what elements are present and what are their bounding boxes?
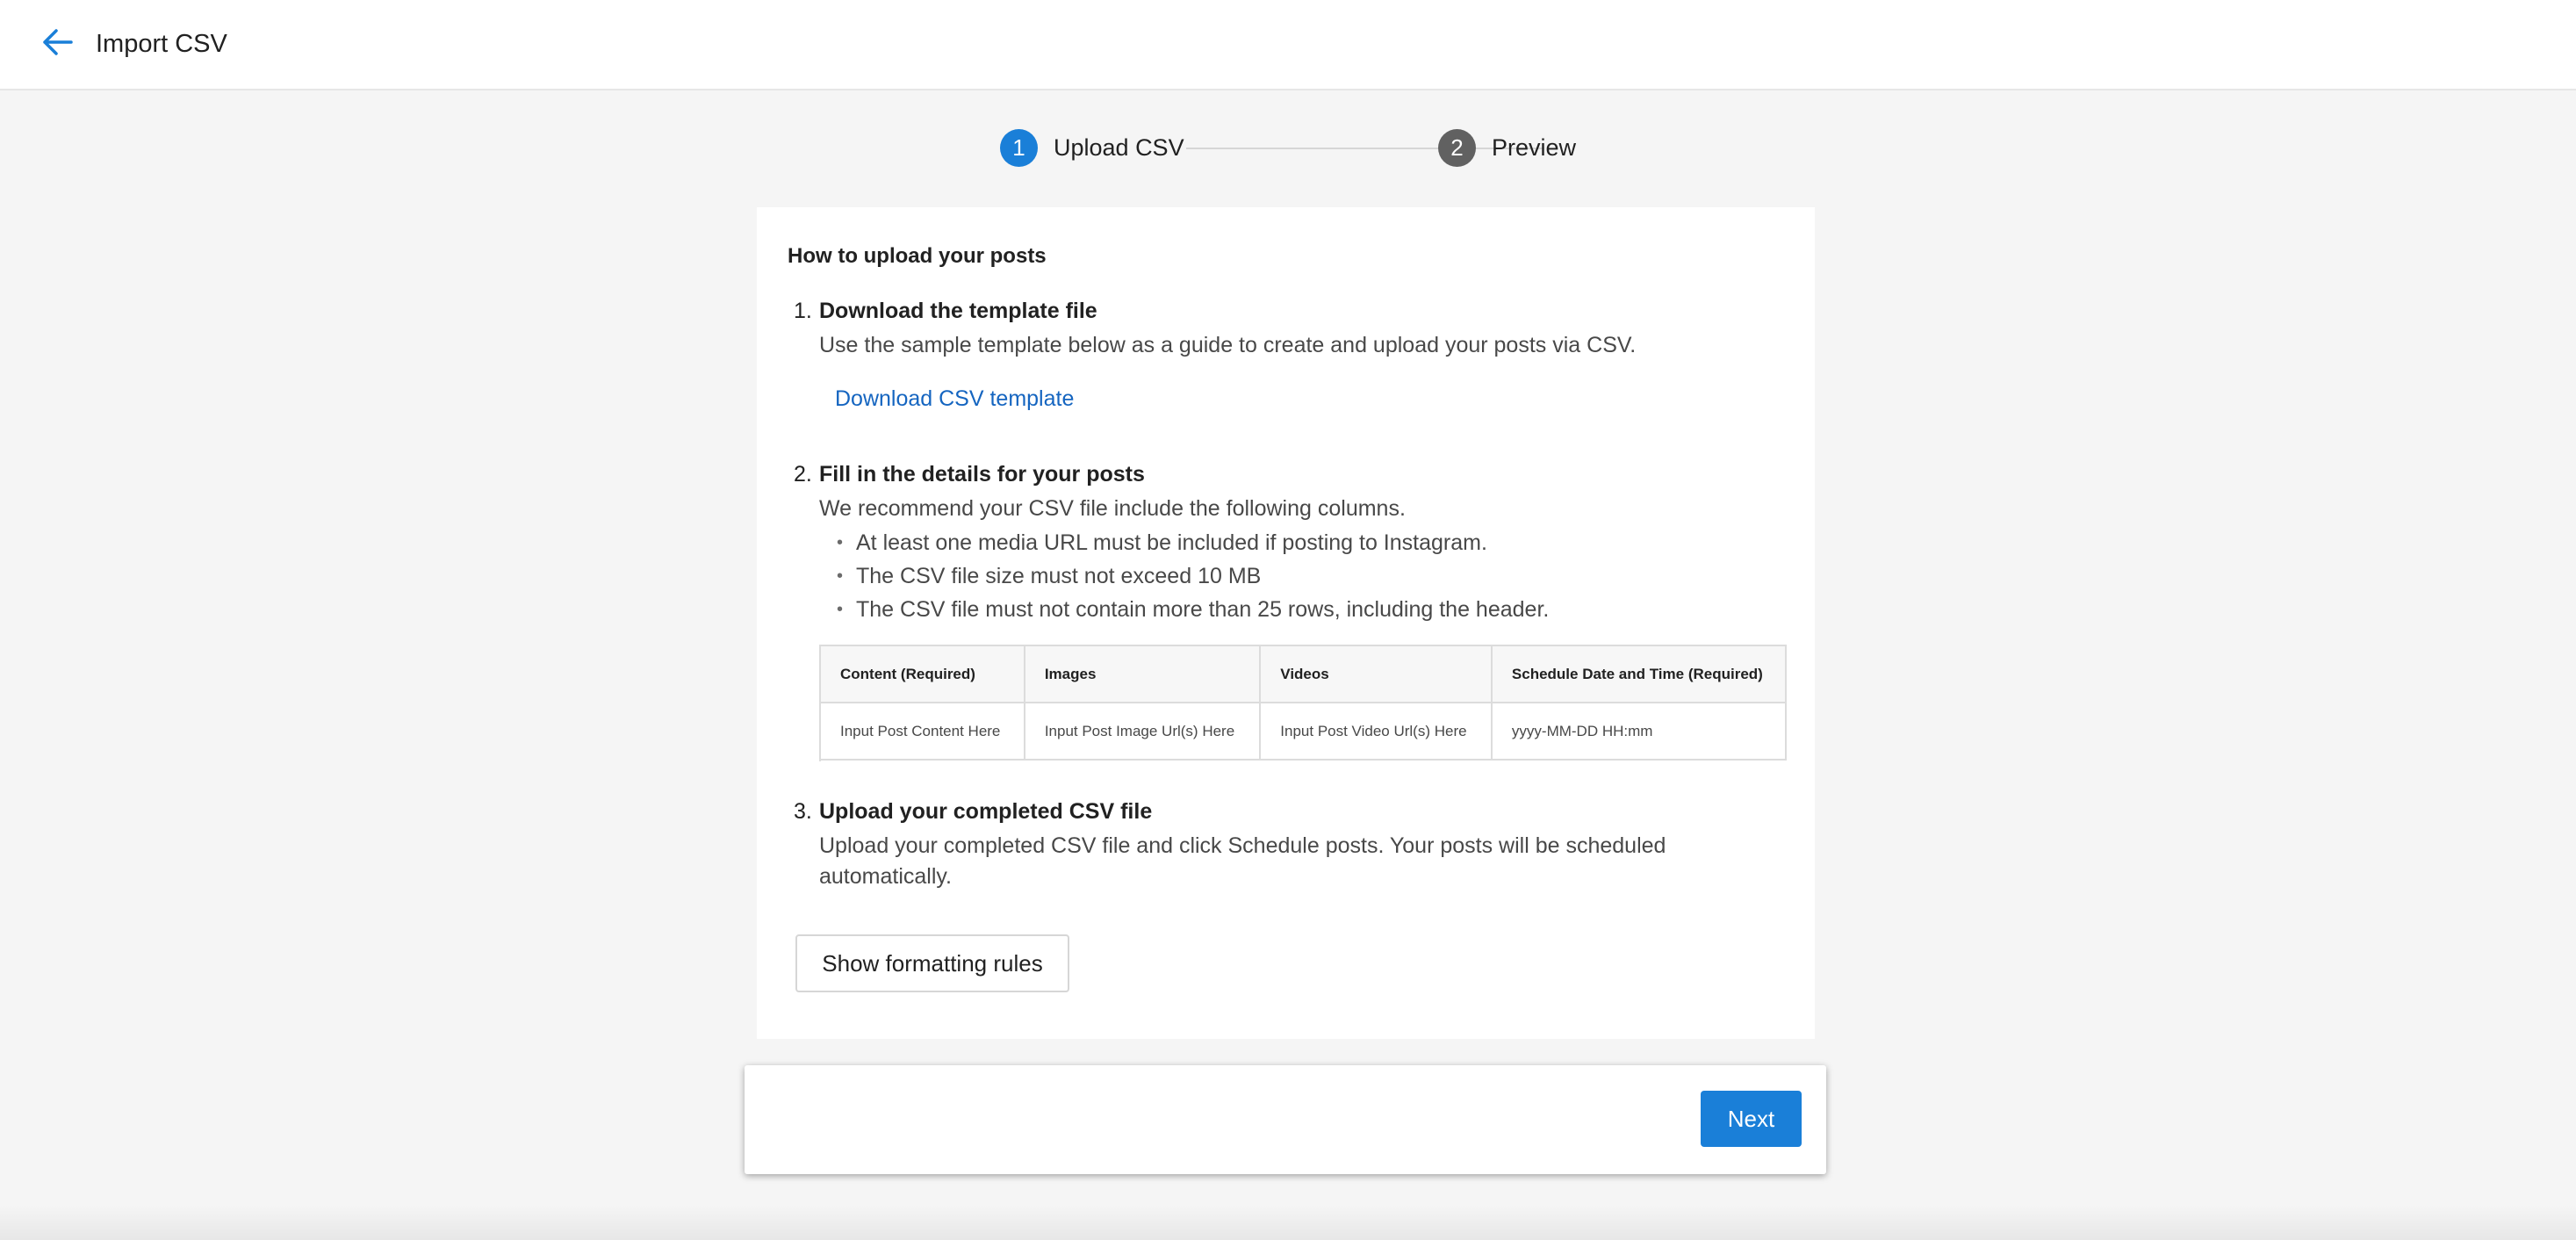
show-formatting-rules-button[interactable]: Show formatting rules: [795, 934, 1069, 992]
csv-columns-table-wrapper[interactable]: Content (Required) Images Videos Schedul…: [819, 645, 1787, 761]
page-title: Import CSV: [96, 30, 227, 58]
step3-description: Upload your completed CSV file and click…: [819, 833, 1666, 889]
column-header: Videos: [1260, 645, 1493, 703]
table-row: Input Post Content Here Input Post Image…: [821, 702, 1787, 761]
step-label-preview: Preview: [1492, 133, 1577, 161]
step-number-2: 2: [1438, 128, 1476, 167]
step-upload-csv: 1 Upload CSV: [1000, 128, 1184, 167]
step1-description: Use the sample template below as a guide…: [819, 333, 1637, 357]
csv-columns-table: Content (Required) Images Videos Schedul…: [821, 645, 1787, 761]
step1-number: 1.: [794, 299, 812, 323]
list-item: The CSV file size must not exceed 10 MB: [819, 559, 1549, 593]
table-header-row: Content (Required) Images Videos Schedul…: [821, 645, 1787, 703]
arrow-left-icon: [43, 28, 73, 60]
table-cell: Input Post Image Url(s) Here: [1024, 702, 1262, 761]
table-cell: yyyy-MM-DD HH:mm: [1491, 702, 1787, 761]
next-button[interactable]: Next: [1701, 1091, 1802, 1147]
step-number-1: 1: [1000, 128, 1038, 167]
stepper: 1 Upload CSV 2 Preview: [1000, 128, 1579, 167]
top-bar: Import CSV: [0, 0, 2576, 90]
column-header: Images: [1024, 645, 1262, 703]
column-header: Content (Required): [821, 645, 1025, 703]
download-csv-template-link[interactable]: Download CSV template: [835, 386, 1074, 412]
table-cell: Input Post Content Here: [821, 702, 1025, 761]
instructions-heading: How to upload your posts: [788, 244, 1047, 268]
step-preview: 2 Preview: [1438, 128, 1576, 167]
step1-title: Download the template file: [819, 299, 1097, 323]
step2-description: We recommend your CSV file include the f…: [819, 496, 1406, 521]
table-cell: Input Post Video Url(s) Here: [1260, 702, 1493, 761]
list-item: At least one media URL must be included …: [819, 526, 1549, 559]
step2-title: Fill in the details for your posts: [819, 462, 1145, 487]
column-header: Schedule Date and Time (Required): [1491, 645, 1787, 703]
footer-action-bar: Next: [745, 1065, 1826, 1174]
back-button[interactable]: [37, 23, 79, 65]
bottom-shadow: [0, 1205, 2576, 1240]
requirements-list: At least one media URL must be included …: [819, 526, 1549, 626]
list-item: The CSV file must not contain more than …: [819, 593, 1549, 626]
step2-number: 2.: [794, 462, 812, 487]
instructions-card: How to upload your posts 1. Download the…: [757, 207, 1815, 1039]
step3-number: 3.: [794, 799, 812, 824]
step-label-upload-csv: Upload CSV: [1054, 133, 1184, 161]
step3-title: Upload your completed CSV file: [819, 799, 1153, 824]
